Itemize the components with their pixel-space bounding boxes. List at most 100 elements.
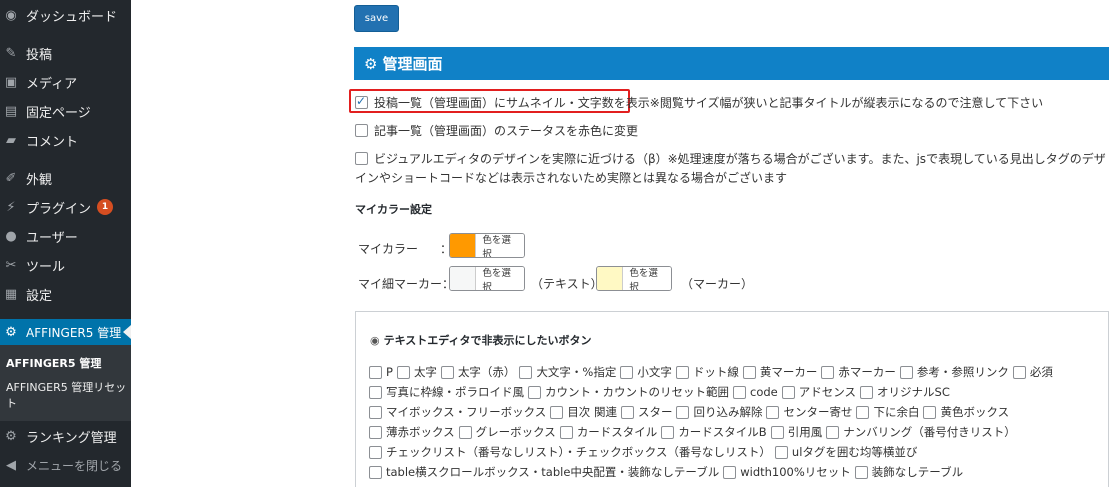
gear-icon: ⚙ bbox=[5, 428, 17, 444]
gear-icon: ⚙ bbox=[5, 324, 17, 340]
editor-button-label: width100%リセット bbox=[740, 465, 851, 479]
sidebar-item-label: ユーザー bbox=[26, 230, 78, 246]
sidebar-item-label: プラグイン bbox=[26, 201, 92, 217]
editor-button-row: table横スクロールボックス・table中央配置・装飾なしテーブル width1… bbox=[369, 464, 967, 480]
sidebar-item[interactable]: ◀ メニューを閉じる bbox=[0, 452, 131, 478]
sidebar-item-label: ランキング管理 bbox=[26, 430, 117, 446]
sidebar-item[interactable]: ▦ 設定 bbox=[0, 281, 131, 307]
option-thumbnail-count[interactable]: 投稿一覧（管理画面）にサムネイル・文字数を表示 ※閲覧サイズ幅が狭いと記事タイト… bbox=[355, 94, 1043, 111]
checkbox[interactable] bbox=[355, 152, 368, 165]
checkbox[interactable] bbox=[1012, 365, 1026, 379]
checkbox[interactable] bbox=[766, 405, 780, 419]
checkbox[interactable] bbox=[396, 365, 410, 379]
option-status-red[interactable]: 記事一覧（管理画面）のステータスを赤色に変更 bbox=[355, 122, 638, 139]
checkbox[interactable] bbox=[355, 124, 368, 137]
editor-button-label: 参考・参照リンク bbox=[916, 365, 1009, 379]
sidebar-item[interactable]: ▤ 固定ページ bbox=[0, 98, 131, 124]
update-count-badge: 1 bbox=[97, 199, 114, 215]
sidebar-item[interactable]: ✎ 投稿 bbox=[0, 40, 131, 66]
editor-button-label: 引用風 bbox=[787, 425, 823, 439]
editor-button-row: P 太字 太字（赤） 大文字・%指定 小文字 ドット線 黄マーカー 赤マーカー 参考・参照リンク… bbox=[369, 364, 1057, 380]
color-picker-marker-text[interactable]: 色を選択 bbox=[449, 266, 525, 291]
editor-button-label: センター寄せ bbox=[783, 405, 853, 419]
section-title: 管理画面 bbox=[382, 55, 443, 73]
option-label: 記事一覧（管理画面）のステータスを赤色に変更 bbox=[374, 124, 639, 138]
checkbox[interactable] bbox=[781, 385, 795, 399]
checkbox[interactable] bbox=[923, 405, 937, 419]
pin-icon: ✎ bbox=[5, 45, 17, 61]
sidebar-item-label: コメント bbox=[26, 134, 79, 150]
section-header: ⚙ 管理画面 bbox=[354, 47, 1109, 80]
checkbox[interactable] bbox=[620, 365, 634, 379]
sidebar-item-label: 設定 bbox=[26, 288, 53, 304]
checkbox[interactable] bbox=[860, 385, 874, 399]
checkbox[interactable] bbox=[770, 425, 784, 439]
sidebar-item[interactable]: ⚙ AFFINGER5 管理 bbox=[0, 319, 131, 345]
editor-button-label: 黄マーカー bbox=[759, 365, 818, 379]
checkbox-checked[interactable] bbox=[355, 94, 368, 109]
checkbox[interactable] bbox=[369, 465, 382, 479]
color-picker-mycolor[interactable]: 色を選択 bbox=[449, 233, 525, 258]
sidebar-item[interactable]: ✐ 外観 bbox=[0, 165, 131, 191]
checkbox[interactable] bbox=[733, 385, 746, 399]
checkbox[interactable] bbox=[675, 365, 689, 379]
user-icon: ● bbox=[5, 228, 17, 244]
option-label: ビジュアルエディタのデザインを実際に近づける（β）※処理速度が落ちる場合がござい… bbox=[355, 152, 1106, 185]
checkbox[interactable] bbox=[369, 445, 382, 459]
editor-button-label: オリジナルSC bbox=[877, 385, 950, 399]
submenu-item-affinger-admin[interactable]: AFFINGER5 管理 bbox=[6, 356, 128, 372]
option-visual-editor[interactable]: ビジュアルエディタのデザインを実際に近づける（β）※処理速度が落ちる場合がござい… bbox=[355, 150, 1115, 188]
checkbox[interactable] bbox=[519, 365, 533, 379]
admin-sidebar: ◉ ダッシュボード ✎ 投稿 ▣ メディア ▤ 固定ページ ▰ コメント ✐ 外観 ⚡ プラグイン 1 ● ユー… bbox=[0, 0, 131, 487]
checkbox[interactable] bbox=[369, 405, 382, 419]
editor-button-label: 写真に枠線・ポラロイド風 bbox=[386, 385, 524, 399]
checkbox[interactable] bbox=[676, 405, 690, 419]
editor-button-row: チェックリスト（番号なしリスト）・チェックボックス（番号なしリスト） ulタグを囲… bbox=[369, 444, 921, 460]
sidebar-item-label: ダッシュボード bbox=[26, 9, 118, 25]
main-content: save ⚙ 管理画面 投稿一覧（管理画面）にサムネイル・文字数を表示 ※閲覧サ… bbox=[131, 0, 1116, 487]
checkbox[interactable] bbox=[440, 365, 454, 379]
editor-button-label: 小文字 bbox=[637, 365, 672, 379]
checkbox[interactable] bbox=[458, 425, 472, 439]
text-suffix: （テキスト） bbox=[531, 277, 603, 291]
checkbox[interactable] bbox=[550, 405, 564, 419]
checkbox[interactable] bbox=[899, 365, 913, 379]
checkbox[interactable] bbox=[369, 385, 382, 399]
sidebar-item-label: ツール bbox=[26, 259, 66, 275]
editor-button-label: アドセンス bbox=[798, 385, 857, 399]
sidebar-item[interactable]: ◉ ダッシュボード bbox=[0, 2, 131, 28]
checkbox[interactable] bbox=[528, 385, 541, 399]
checkbox[interactable] bbox=[774, 445, 788, 459]
mycolor-label: マイカラー bbox=[358, 242, 419, 256]
editor-button-label: スター bbox=[637, 405, 673, 419]
checkbox[interactable] bbox=[821, 365, 835, 379]
sidebar-item-label: 外観 bbox=[26, 172, 53, 188]
sidebar-item[interactable]: ✂ ツール bbox=[0, 252, 131, 278]
color-swatch bbox=[450, 267, 477, 290]
checkbox[interactable] bbox=[661, 425, 675, 439]
editor-button-label: 太字（赤） bbox=[457, 365, 516, 379]
checkbox[interactable] bbox=[559, 425, 573, 439]
checkbox[interactable] bbox=[723, 465, 737, 479]
media-icon: ▣ bbox=[4, 74, 18, 90]
mymarker-label: マイ細マーカー： bbox=[358, 277, 454, 291]
dashboard-icon: ◉ bbox=[5, 7, 17, 23]
plugin-icon: ⚡ bbox=[6, 199, 16, 215]
sidebar-item[interactable]: ▣ メディア bbox=[0, 69, 131, 95]
checkbox[interactable] bbox=[742, 365, 756, 379]
checkbox[interactable] bbox=[826, 425, 840, 439]
sidebar-item[interactable]: ⚙ ランキング管理 bbox=[0, 423, 131, 449]
submenu-item-affinger-reset[interactable]: AFFINGER5 管理リセット bbox=[6, 380, 128, 412]
checkbox[interactable] bbox=[620, 405, 634, 419]
sidebar-item[interactable]: ⚡ プラグイン 1 bbox=[0, 194, 131, 220]
sidebar-item[interactable]: ▰ コメント bbox=[0, 127, 131, 153]
sidebar-item-label: メニューを閉じる bbox=[26, 458, 123, 473]
checkbox[interactable] bbox=[856, 405, 870, 419]
checkbox[interactable] bbox=[369, 365, 382, 379]
checkbox[interactable] bbox=[369, 425, 382, 439]
save-button[interactable]: save bbox=[354, 5, 399, 32]
sidebar-item[interactable]: ● ユーザー bbox=[0, 223, 131, 249]
color-picker-marker[interactable]: 色を選択 bbox=[596, 266, 672, 291]
checkbox[interactable] bbox=[854, 465, 868, 479]
pick-color-label: 色を選択 bbox=[476, 267, 524, 290]
